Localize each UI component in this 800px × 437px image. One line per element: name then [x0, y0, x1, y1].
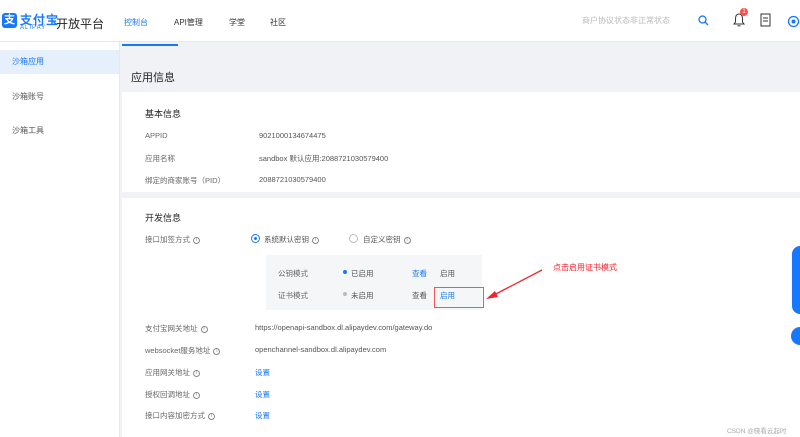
info-icon[interactable]: i	[312, 236, 319, 244]
public-key-view-link[interactable]: 查看	[412, 268, 427, 279]
info-icon[interactable]: i	[193, 236, 200, 244]
gateway-label: 支付宝网关地址 i	[145, 323, 208, 334]
auth-callback-setting-link[interactable]: 设置	[255, 389, 270, 400]
status-dot-enabled	[343, 270, 347, 274]
info-icon[interactable]: i	[403, 236, 411, 244]
radio-default-key[interactable]	[251, 234, 260, 243]
page-title: 应用信息	[131, 72, 175, 84]
top-bar: 支 支付宝 ALIPAY 开放平台 控制台 API管理 学堂 社区 商户协议状态…	[0, 0, 800, 42]
dev-info-title: 开发信息	[145, 213, 182, 223]
pid-label: 绑定的商家账号（PID）	[145, 176, 226, 185]
info-icon[interactable]: i	[193, 391, 200, 399]
public-key-enable-button[interactable]: 启用	[440, 268, 455, 279]
sidebar-item-sandbox-app[interactable]: 沙箱应用	[0, 50, 119, 74]
custom-key-option[interactable]: 自定义密钥 i	[363, 234, 411, 245]
basic-info-title: 基本信息	[145, 109, 182, 119]
info-icon[interactable]: i	[208, 412, 215, 420]
search-icon[interactable]	[698, 15, 709, 26]
radio-custom-key[interactable]	[349, 234, 358, 243]
public-key-status: 已启用	[351, 269, 374, 278]
app-gateway-label: 应用网关地址 i	[145, 367, 200, 378]
sign-method-label: 接口加签方式 i	[145, 234, 200, 245]
appid-label: APPID	[145, 131, 168, 140]
gateway-value: https://openapi-sandbox.dl.alipaydev.com…	[255, 323, 433, 332]
info-icon[interactable]: i	[213, 347, 221, 355]
websocket-value: openchannel-sandbox.dl.alipaydev.com	[255, 345, 387, 354]
encryption-setting-link[interactable]: 设置	[255, 410, 270, 421]
alipay-logo-icon[interactable]: 支	[2, 13, 17, 28]
status-dot-disabled	[343, 292, 347, 296]
sidebar: 沙箱应用 沙箱账号 沙箱工具	[0, 42, 120, 437]
tab-academy[interactable]: 学堂	[229, 17, 245, 28]
platform-title[interactable]: 开放平台	[56, 15, 104, 32]
app-gateway-setting-link[interactable]: 设置	[255, 367, 270, 378]
public-key-mode-label: 公钥模式	[278, 269, 308, 278]
app-name-label: 应用名称	[145, 154, 175, 163]
appid-value: 9021000134674475	[259, 131, 326, 140]
tab-console[interactable]: 控制台	[124, 17, 148, 28]
auth-callback-label: 授权回调地址 i	[145, 389, 200, 400]
sidebar-item-sandbox-tools[interactable]: 沙箱工具	[0, 119, 119, 143]
search-input[interactable]: 商户协议状态非正常状态	[582, 15, 682, 26]
annotation-arrow	[486, 269, 543, 299]
websocket-label: websocket服务地址 i	[145, 345, 221, 356]
tab-community[interactable]: 社区	[270, 17, 286, 28]
cert-mode-view-link[interactable]: 查看	[412, 290, 427, 301]
floating-help-button[interactable]	[792, 246, 800, 314]
info-icon[interactable]: i	[193, 369, 200, 377]
document-icon[interactable]	[760, 13, 771, 27]
cert-mode-label: 证书模式	[278, 291, 308, 300]
annotation-text: 点击启用证书模式	[553, 263, 617, 272]
highlight-box	[434, 287, 484, 308]
pid-value: 2088721030579400	[259, 175, 326, 184]
active-tab-indicator	[122, 44, 178, 46]
app-name-value: sandbox 默认应用:2088721030579400	[259, 154, 389, 163]
tab-api-management[interactable]: API管理	[174, 17, 203, 28]
notification-badge: 1	[740, 8, 748, 16]
sidebar-item-sandbox-account[interactable]: 沙箱账号	[0, 85, 119, 109]
watermark: CSDN @晓看云起时	[727, 428, 787, 435]
dev-info-card	[122, 198, 800, 437]
encryption-label: 接口内容加密方式 i	[145, 410, 215, 421]
info-icon[interactable]: i	[200, 325, 208, 333]
logo-subtext: ALIPAY	[20, 25, 47, 31]
settings-icon[interactable]	[787, 15, 800, 28]
default-key-option[interactable]: 系统默认密钥 i	[264, 234, 319, 245]
cert-mode-status: 未启用	[351, 291, 374, 300]
